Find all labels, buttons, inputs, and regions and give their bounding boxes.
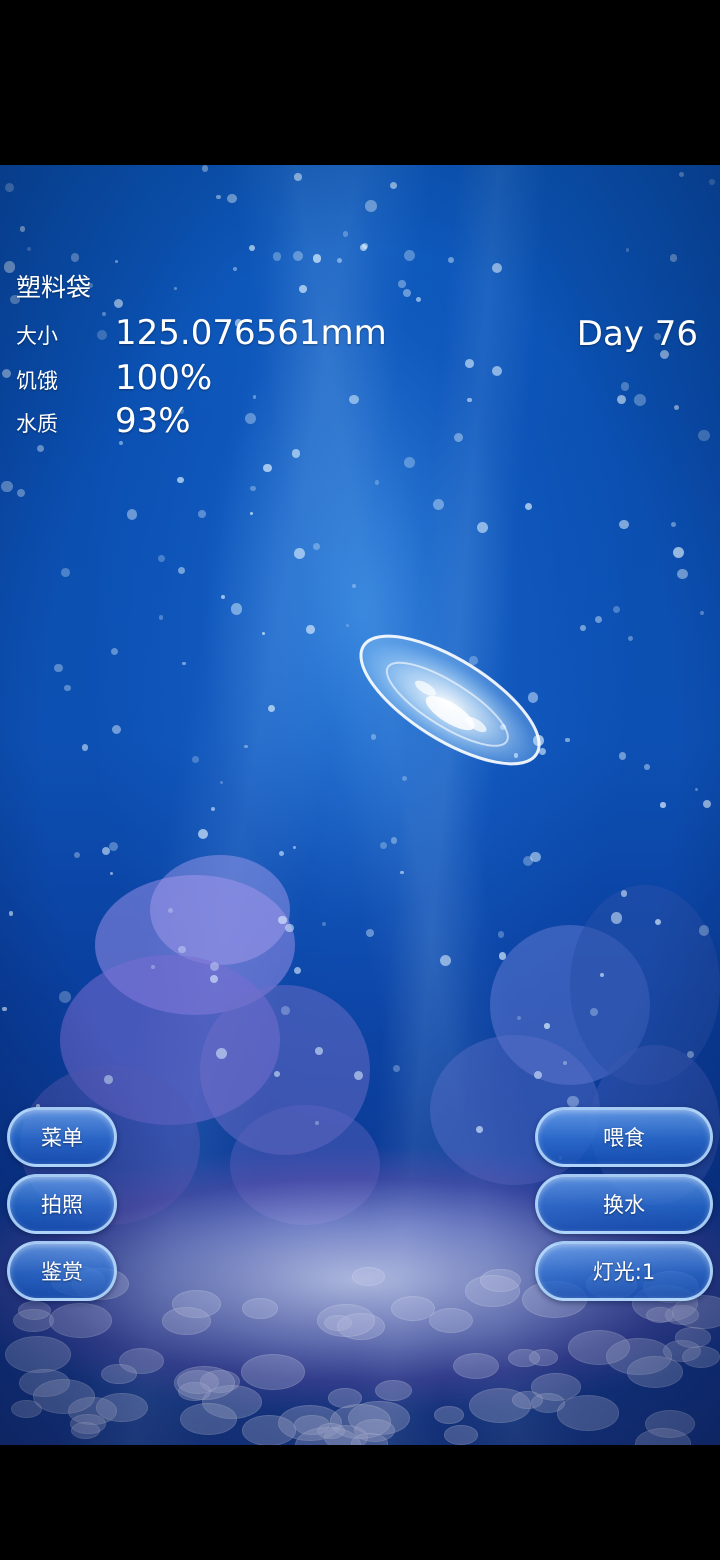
light-button[interactable]: 灯光:1 bbox=[535, 1241, 713, 1301]
photo-button[interactable]: 拍照 bbox=[7, 1174, 117, 1234]
change-water-button[interactable]: 换水 bbox=[535, 1174, 713, 1234]
water-quality-value: 93% bbox=[115, 401, 191, 441]
phone-screen: 塑料袋 大小 125.076561mm Day 76 饥饿 100% 水质 93… bbox=[0, 0, 720, 1560]
feed-button[interactable]: 喂食 bbox=[535, 1107, 713, 1167]
pet-name: 塑料袋 bbox=[16, 273, 92, 302]
day-counter: Day 76 bbox=[576, 314, 698, 354]
size-label: 大小 bbox=[16, 324, 58, 348]
hunger-value: 100% bbox=[115, 358, 213, 398]
size-value: 125.076561mm bbox=[115, 313, 387, 353]
menu-button[interactable]: 菜单 bbox=[7, 1107, 117, 1167]
water-quality-label: 水质 bbox=[16, 412, 58, 436]
appreciate-button[interactable]: 鉴赏 bbox=[7, 1241, 117, 1301]
hunger-label: 饥饿 bbox=[16, 369, 58, 393]
